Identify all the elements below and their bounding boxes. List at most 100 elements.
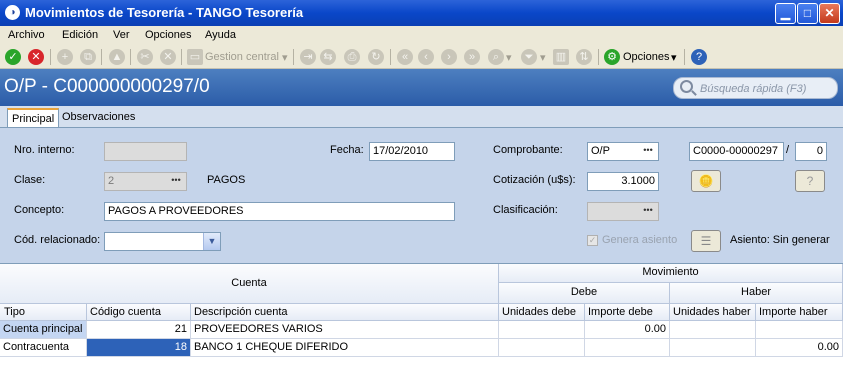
- row1-codigo[interactable]: 21: [87, 321, 191, 339]
- app-icon: ◑: [5, 5, 20, 20]
- gestion-central-dropdown-icon[interactable]: ▾: [282, 51, 288, 64]
- clase-description: PAGOS: [207, 174, 246, 186]
- options-button[interactable]: Opciones: [623, 51, 669, 63]
- cod-relacionado-label: Cód. relacionado:: [14, 234, 101, 246]
- nro-interno-field[interactable]: [104, 142, 187, 161]
- genera-asiento-checkbox[interactable]: ✓: [587, 235, 598, 246]
- search-icon: [680, 80, 693, 93]
- row2-importe-debe[interactable]: [585, 339, 670, 357]
- print-icon[interactable]: ⎙: [344, 49, 360, 65]
- row2-tipo[interactable]: Contracuenta: [0, 339, 87, 357]
- cancel-icon[interactable]: ✕: [28, 49, 44, 65]
- row2-codigo[interactable]: 18: [87, 339, 191, 357]
- previous-record-icon[interactable]: ‹: [418, 49, 434, 65]
- sort-icon[interactable]: ⇅: [576, 49, 592, 65]
- gestion-central-icon[interactable]: ▭: [187, 49, 203, 65]
- clasificacion-label: Clasificación:: [493, 204, 558, 216]
- title-bar: ◑ Movimientos de Tesorería - TANGO Tesor…: [0, 0, 843, 26]
- minimize-button[interactable]: ▁: [775, 3, 796, 24]
- cotizacion-label: Cotización (u$s):: [493, 174, 576, 186]
- asiento-status: Asiento: Sin generar: [730, 234, 830, 246]
- maximize-button[interactable]: □: [797, 3, 818, 24]
- concepto-label: Concepto:: [14, 204, 65, 216]
- clase-field[interactable]: 2 •••: [104, 172, 187, 191]
- scissors-icon[interactable]: ✂: [137, 49, 153, 65]
- toolbar: ✓ ✕ + ⧉ ▲ ✂ ✕ ▭ Gestion central ▾ ⇥ ⇆ ⎙ …: [0, 45, 843, 69]
- window-title: Movimientos de Tesorería - TANGO Tesorer…: [25, 5, 304, 20]
- col-descripcion-cuenta[interactable]: Descripción cuenta: [191, 304, 499, 321]
- grid-group-haber: Haber: [670, 283, 843, 304]
- comprobante-numero-field[interactable]: C0000-00000297: [689, 142, 784, 161]
- cotizacion-field[interactable]: 3.1000: [587, 172, 659, 191]
- menu-ver[interactable]: Ver: [113, 29, 130, 41]
- row2-descripcion[interactable]: BANCO 1 CHEQUE DIFERIDO: [191, 339, 499, 357]
- menu-archivo[interactable]: Archivo: [8, 29, 45, 41]
- find-dropdown-icon[interactable]: ▾: [506, 51, 512, 64]
- filter-icon[interactable]: ⏷: [521, 49, 537, 65]
- copy-icon[interactable]: ⧉: [80, 49, 96, 65]
- row2-unidades-debe[interactable]: [499, 339, 585, 357]
- close-button[interactable]: ✕: [819, 3, 840, 24]
- nro-interno-label: Nro. interno:: [14, 144, 75, 156]
- options-dropdown-icon[interactable]: ▾: [671, 51, 677, 64]
- coins-icon[interactable]: 🪙: [691, 170, 721, 192]
- clase-value: 2: [108, 175, 115, 187]
- comprobante-sufijo-field[interactable]: 0: [795, 142, 827, 161]
- quick-search-input[interactable]: Búsqueda rápida (F3): [673, 77, 838, 99]
- transfer-icon[interactable]: ⇆: [320, 49, 336, 65]
- delete-icon[interactable]: ✕: [160, 49, 176, 65]
- genera-asiento-label: Genera asiento: [602, 234, 678, 246]
- movements-grid: Cuenta Movimiento Debe Haber Tipo Código…: [0, 263, 843, 375]
- tab-observaciones[interactable]: Observaciones: [58, 108, 139, 127]
- menu-ayuda[interactable]: Ayuda: [205, 29, 236, 41]
- menu-bar: Archivo Edición Ver Opciones Ayuda: [0, 26, 843, 45]
- first-record-icon[interactable]: «: [397, 49, 413, 65]
- asiento-icon[interactable]: ☰: [691, 230, 721, 252]
- cod-relacionado-select[interactable]: ▼: [104, 232, 221, 251]
- clasificacion-field[interactable]: •••: [587, 202, 659, 221]
- filter-dropdown-icon[interactable]: ▾: [540, 51, 546, 64]
- row1-importe-haber[interactable]: [756, 321, 843, 339]
- comprobante-lookup-icon[interactable]: •••: [639, 144, 657, 159]
- concepto-field[interactable]: PAGOS A PROVEEDORES: [104, 202, 455, 221]
- up-icon[interactable]: ▲: [109, 49, 125, 65]
- add-icon[interactable]: +: [57, 49, 73, 65]
- row2-importe-haber[interactable]: 0.00: [756, 339, 843, 357]
- menu-opciones[interactable]: Opciones: [145, 29, 191, 41]
- help-question-icon[interactable]: ?: [795, 170, 825, 192]
- fecha-field[interactable]: 17/02/2010: [369, 142, 455, 161]
- tab-principal[interactable]: Principal: [7, 108, 60, 127]
- insert-icon[interactable]: ⇥: [300, 49, 316, 65]
- gestion-central-button[interactable]: Gestion central: [205, 51, 279, 63]
- find-icon[interactable]: ⌕: [488, 49, 504, 65]
- next-record-icon[interactable]: ›: [441, 49, 457, 65]
- row1-unidades-debe[interactable]: [499, 321, 585, 339]
- help-icon[interactable]: ?: [691, 49, 707, 65]
- last-record-icon[interactable]: »: [464, 49, 480, 65]
- columns-icon[interactable]: ▥: [553, 49, 569, 65]
- col-unidades-haber[interactable]: Unidades haber: [670, 304, 756, 321]
- comprobante-label: Comprobante:: [493, 144, 563, 156]
- comprobante-separator: /: [786, 144, 790, 156]
- row2-unidades-haber[interactable]: [670, 339, 756, 357]
- clasificacion-lookup-icon[interactable]: •••: [639, 204, 657, 219]
- options-icon[interactable]: ⚙: [604, 49, 620, 65]
- col-codigo-cuenta[interactable]: Código cuenta: [87, 304, 191, 321]
- accept-icon[interactable]: ✓: [5, 49, 21, 65]
- menu-edicion[interactable]: Edición: [62, 29, 98, 41]
- comprobante-tipo-value: O/P: [591, 145, 610, 157]
- row1-unidades-haber[interactable]: [670, 321, 756, 339]
- row1-descripcion[interactable]: PROVEEDORES VARIOS: [191, 321, 499, 339]
- row1-importe-debe[interactable]: 0.00: [585, 321, 670, 339]
- col-unidades-debe[interactable]: Unidades debe: [499, 304, 585, 321]
- col-tipo[interactable]: Tipo: [0, 304, 87, 321]
- col-importe-debe[interactable]: Importe debe: [585, 304, 670, 321]
- col-importe-haber[interactable]: Importe haber: [756, 304, 843, 321]
- grid-group-movimiento: Movimiento: [499, 264, 843, 283]
- comprobante-tipo-field[interactable]: O/P •••: [587, 142, 659, 161]
- grid-group-debe: Debe: [499, 283, 670, 304]
- row1-tipo[interactable]: Cuenta principal: [0, 321, 87, 339]
- clase-lookup-icon[interactable]: •••: [167, 174, 185, 189]
- refresh-icon[interactable]: ↻: [368, 49, 384, 65]
- chevron-down-icon[interactable]: ▼: [203, 233, 220, 250]
